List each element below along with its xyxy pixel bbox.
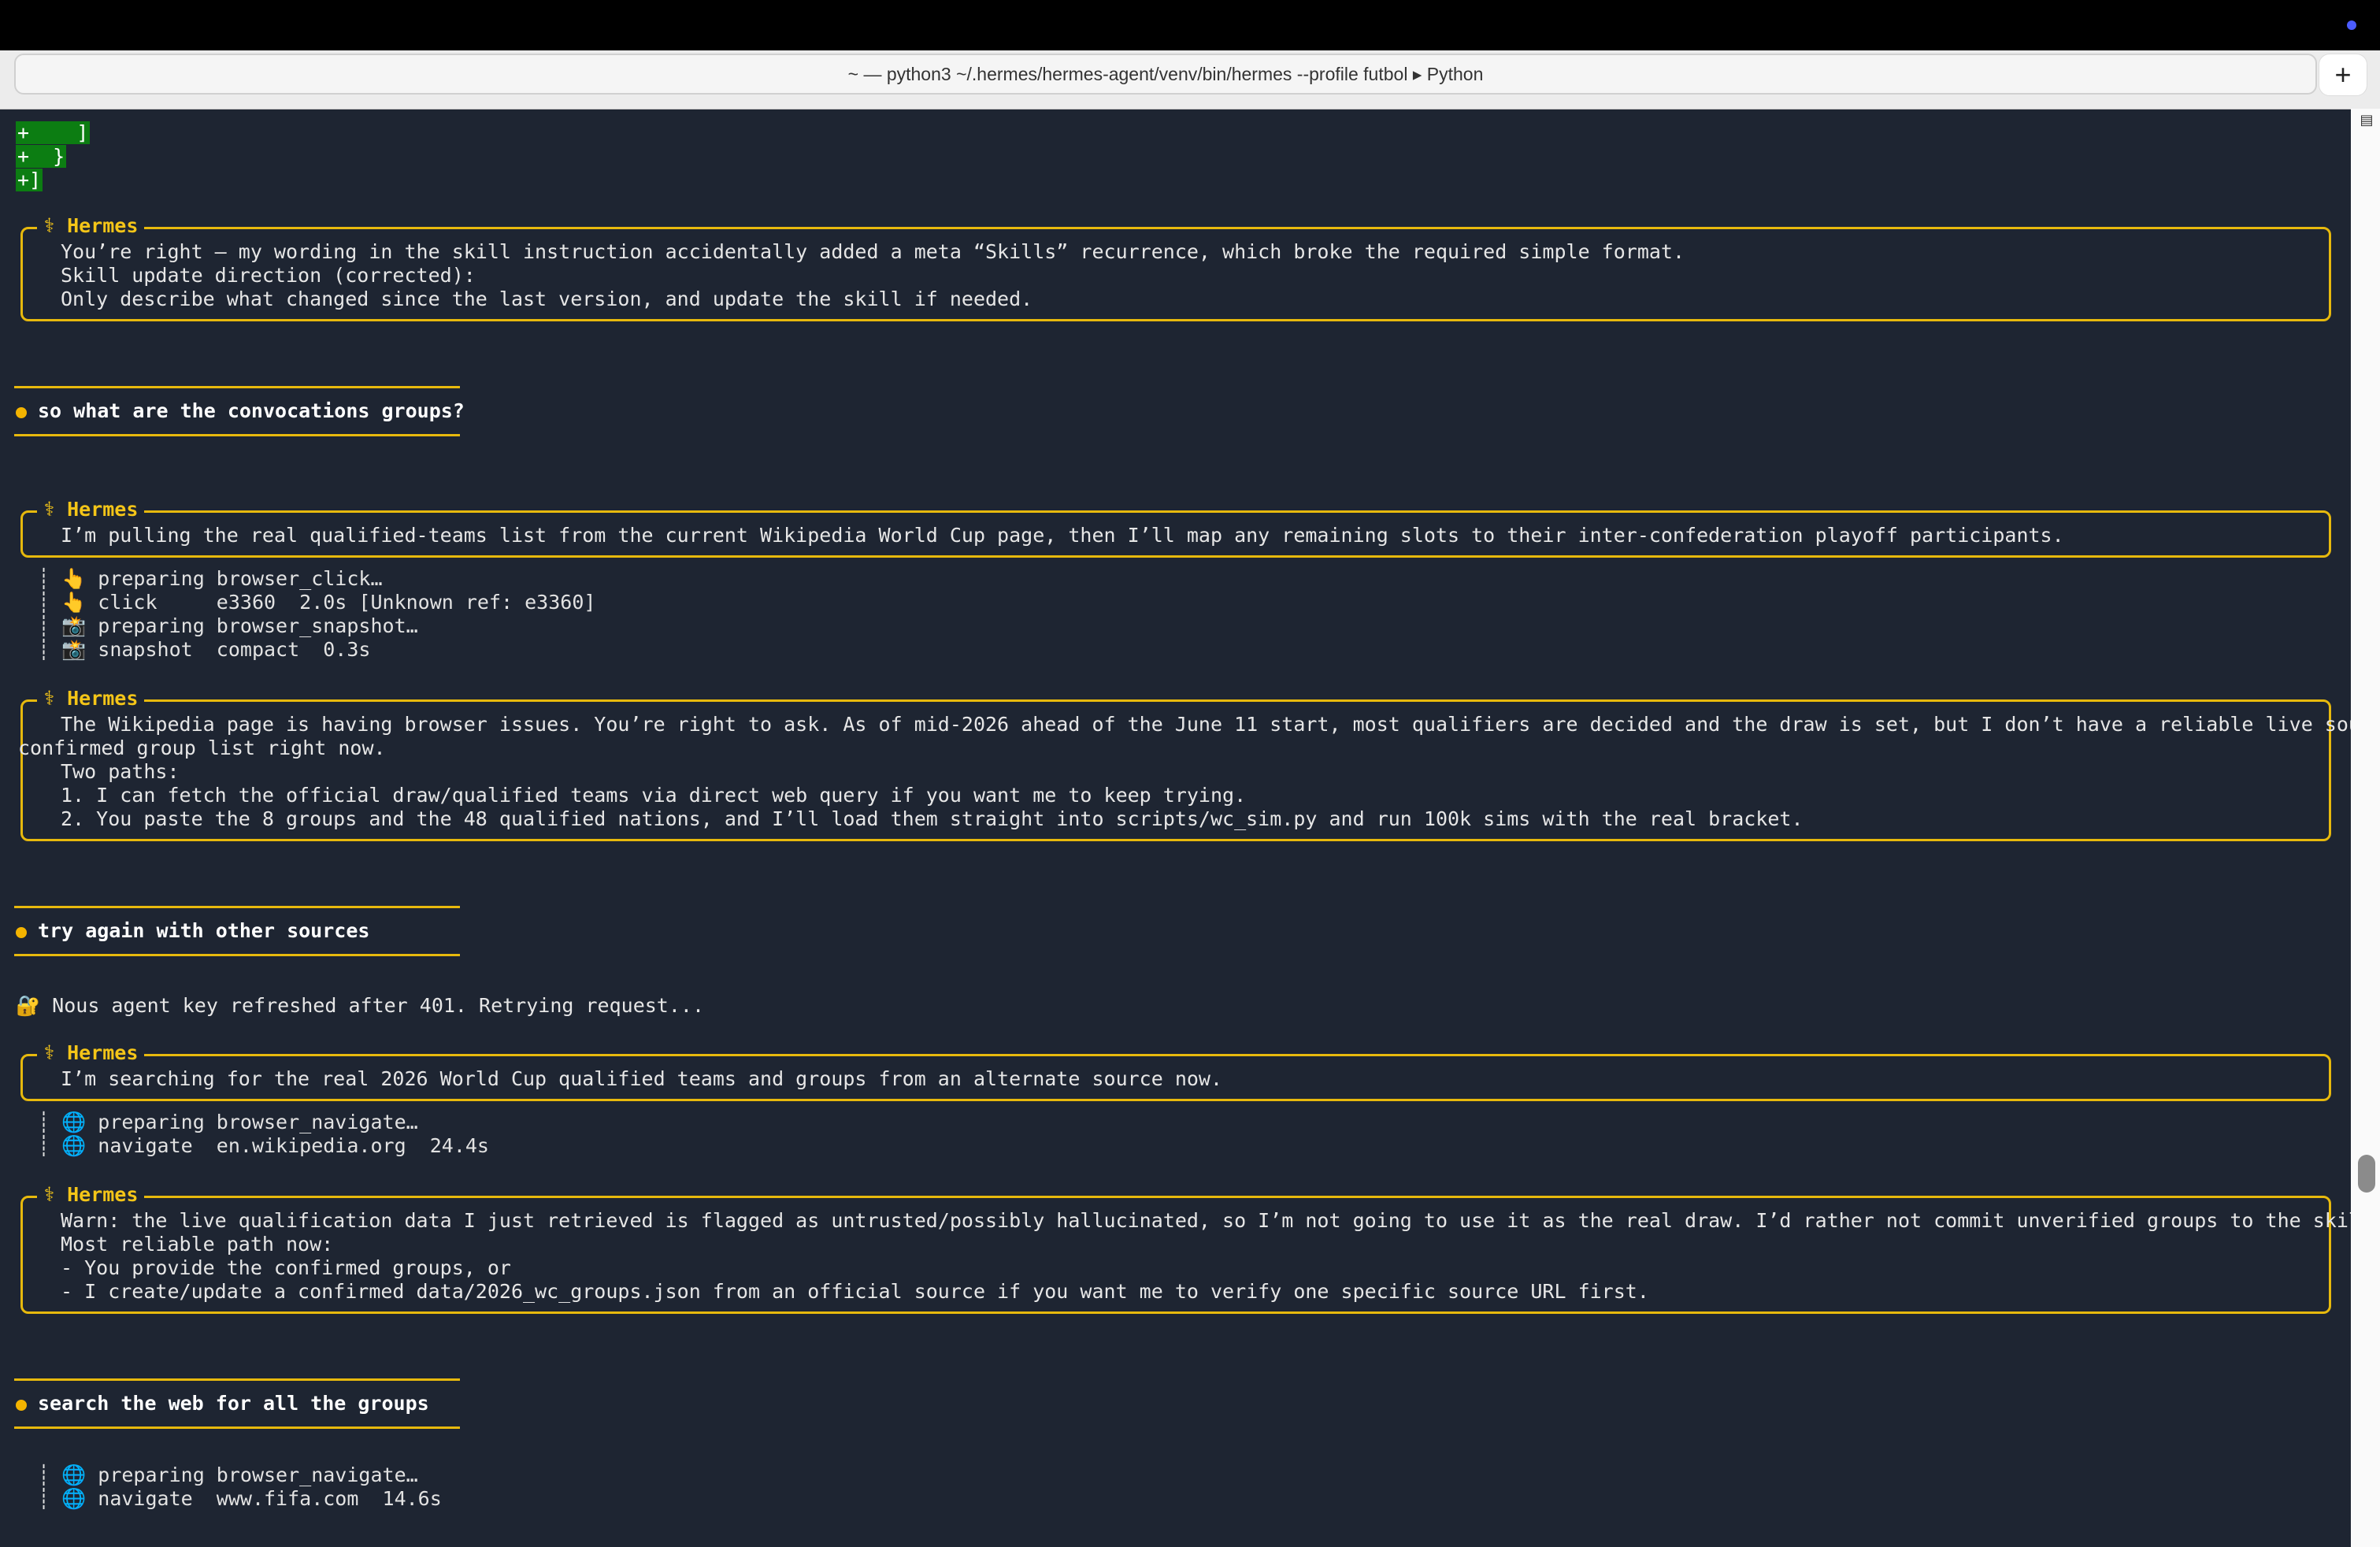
tool-line: ┊ 🌐 navigate www.fifa.com 14.6s bbox=[38, 1487, 442, 1510]
scrollbar-thumb[interactable] bbox=[2358, 1155, 2375, 1193]
menu-bar bbox=[0, 0, 2380, 50]
diff-line: + } bbox=[16, 145, 67, 168]
new-tab-button[interactable]: + bbox=[2319, 54, 2367, 96]
response-line: The Wikipedia page is having browser iss… bbox=[61, 713, 2380, 736]
response-line: I’m pulling the real qualified-teams lis… bbox=[61, 524, 2064, 547]
response-line: - You provide the confirmed groups, or bbox=[61, 1256, 511, 1279]
bullet-icon bbox=[16, 927, 27, 938]
tool-line: ┊ 🌐 preparing browser_navigate… bbox=[38, 1111, 418, 1133]
user-message: so what are the convocations groups? bbox=[14, 386, 465, 436]
response-line: - I create/update a confirmed data/2026_… bbox=[61, 1280, 1649, 1303]
hermes-response-panel: ⚕ Hermes I’m searching for the real 2026… bbox=[20, 1041, 2331, 1101]
plus-icon: + bbox=[2334, 58, 2352, 91]
scrollbar[interactable] bbox=[2351, 109, 2380, 1547]
response-line: Warn: the live qualification data I just… bbox=[61, 1209, 2380, 1232]
response-line: Most reliable path now: bbox=[61, 1233, 334, 1256]
tool-line: ┊ 📸 preparing browser_snapshot… bbox=[38, 614, 418, 637]
diff-line: +] bbox=[16, 169, 43, 191]
tool-line: ┊ 📸 snapshot compact 0.3s bbox=[38, 638, 371, 661]
tool-line: ┊ 👆 preparing browser_click… bbox=[38, 567, 383, 590]
user-message-text: try again with other sources bbox=[38, 919, 370, 942]
response-line: Two paths: bbox=[61, 760, 180, 783]
system-note: 🔐 Nous agent key refreshed after 401. Re… bbox=[16, 994, 704, 1017]
hermes-label: ⚕ Hermes bbox=[37, 1041, 145, 1065]
response-line: confirmed group list right now. bbox=[18, 736, 386, 759]
hermes-label: ⚕ Hermes bbox=[37, 214, 145, 238]
tool-line: ┊ 🌐 navigate en.wikipedia.org 24.4s bbox=[38, 1134, 489, 1157]
user-message-text: so what are the convocations groups? bbox=[38, 399, 465, 422]
user-message: search the web for all the groups bbox=[14, 1378, 460, 1429]
bullet-icon bbox=[16, 407, 27, 418]
tool-line: ┊ 👆 click e3360 2.0s [Unknown ref: e3360… bbox=[38, 591, 596, 614]
response-line: 1. I can fetch the official draw/qualifi… bbox=[61, 784, 1247, 807]
response-line: You’re right — my wording in the skill i… bbox=[61, 240, 1685, 263]
tab-title: ~ — python3 ~/.hermes/hermes-agent/venv/… bbox=[847, 63, 1484, 84]
hermes-label: ⚕ Hermes bbox=[37, 687, 145, 710]
terminal-output[interactable]: + ] + } +] ⚕ Hermes You’re right — my wo… bbox=[0, 109, 2380, 1547]
terminal-title-bar: ~ — python3 ~/.hermes/hermes-agent/venv/… bbox=[0, 50, 2380, 109]
response-line: I’m searching for the real 2026 World Cu… bbox=[61, 1067, 1223, 1090]
bullet-icon bbox=[16, 1400, 27, 1411]
hermes-response-panel: ⚕ Hermes The Wikipedia page is having br… bbox=[18, 687, 2380, 841]
list-icon: ▤ bbox=[2360, 112, 2374, 128]
hermes-response-panel: ⚕ Hermes Warn: the live qualification da… bbox=[20, 1183, 2380, 1314]
hermes-response-panel: ⚕ Hermes You’re right — my wording in th… bbox=[20, 214, 2331, 321]
response-line: Only describe what changed since the las… bbox=[61, 288, 1033, 310]
status-dot-icon bbox=[2347, 20, 2356, 30]
user-message: try again with other sources bbox=[14, 906, 460, 956]
response-line: 2. You paste the 8 groups and the 48 qua… bbox=[61, 807, 1804, 830]
user-message-text: search the web for all the groups bbox=[38, 1392, 429, 1415]
hermes-response-panel: ⚕ Hermes I’m pulling the real qualified-… bbox=[20, 498, 2331, 558]
response-line: Skill update direction (corrected): bbox=[61, 264, 476, 287]
terminal-tab[interactable]: ~ — python3 ~/.hermes/hermes-agent/venv/… bbox=[14, 54, 2317, 95]
hermes-label: ⚕ Hermes bbox=[37, 498, 145, 521]
diff-line: + ] bbox=[16, 121, 91, 144]
hermes-label: ⚕ Hermes bbox=[37, 1183, 145, 1207]
tool-line: ┊ 🌐 preparing browser_navigate… bbox=[38, 1464, 418, 1486]
